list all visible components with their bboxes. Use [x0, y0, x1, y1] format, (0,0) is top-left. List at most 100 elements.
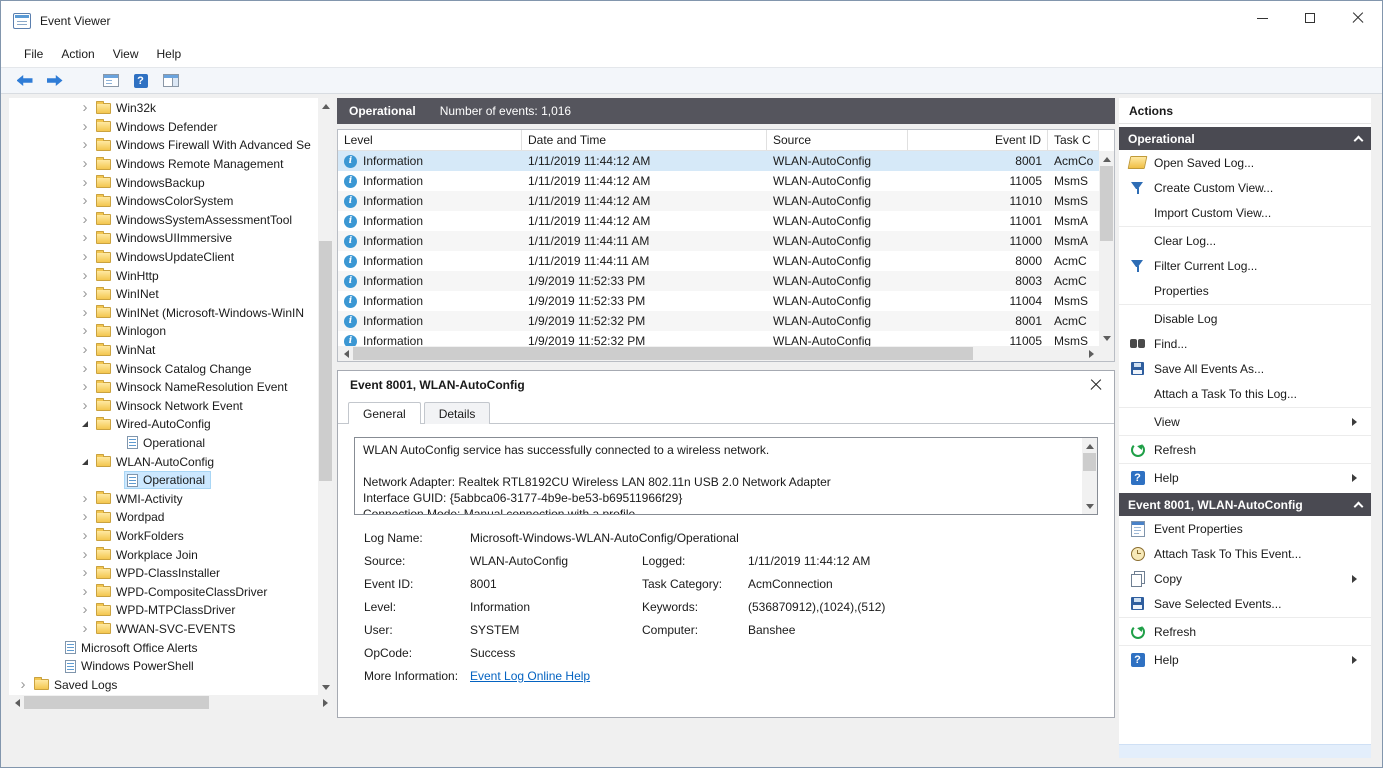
action-item-help[interactable]: Help	[1119, 647, 1371, 672]
events-scrollbar-thumb[interactable]	[1100, 166, 1113, 241]
preview-close-icon[interactable]	[1090, 379, 1102, 391]
event-row-11004[interactable]: iInformation1/9/2019 11:52:33 PMWLAN-Aut…	[338, 291, 1099, 311]
column-header-level[interactable]: Level	[338, 130, 522, 150]
chevron-collapsed-icon[interactable]	[77, 624, 93, 634]
show-console-tree-button[interactable]	[97, 70, 124, 92]
tree-vertical-scrollbar[interactable]	[318, 98, 333, 695]
column-header-event-id[interactable]: Event ID	[908, 130, 1048, 150]
tree-scrollbar-thumb[interactable]	[319, 241, 332, 481]
chevron-collapsed-icon[interactable]	[77, 196, 93, 206]
tree-item-microsoft-office-alerts[interactable]: Microsoft Office Alerts	[9, 638, 318, 657]
menu-item-help[interactable]: Help	[148, 44, 191, 64]
chevron-collapsed-icon[interactable]	[77, 512, 93, 522]
tree-item-windowscolorsystem[interactable]: WindowsColorSystem	[9, 192, 318, 211]
scroll-down-button[interactable]	[318, 680, 333, 695]
chevron-collapsed-icon[interactable]	[77, 382, 93, 392]
description-scrollbar[interactable]	[1082, 438, 1097, 514]
tree-item-windows-defender[interactable]: Windows Defender	[9, 118, 318, 137]
tree-item-winhttp[interactable]: WinHttp	[9, 266, 318, 285]
scroll-up-button[interactable]	[1099, 151, 1114, 166]
scroll-down-button[interactable]	[1082, 499, 1097, 514]
chevron-collapsed-icon[interactable]	[77, 531, 93, 541]
action-item-create-custom-view[interactable]: Create Custom View...	[1119, 175, 1371, 200]
action-item-attach-a-task-to-this-log[interactable]: Attach a Task To this Log...	[1119, 381, 1371, 406]
event-row-11000[interactable]: iInformation1/11/2019 11:44:11 AMWLAN-Au…	[338, 231, 1099, 251]
collapse-chevron-icon[interactable]	[1354, 502, 1364, 512]
tree-item-windowsupdateclient[interactable]: WindowsUpdateClient	[9, 248, 318, 267]
tree-item-wpd-mtpclassdriver[interactable]: WPD-MTPClassDriver	[9, 601, 318, 620]
action-item-refresh[interactable]: Refresh	[1119, 619, 1371, 644]
tree-item-winsock-network-event[interactable]: Winsock Network Event	[9, 397, 318, 416]
action-item-import-custom-view[interactable]: Import Custom View...	[1119, 200, 1371, 225]
chevron-collapsed-icon[interactable]	[77, 550, 93, 560]
tree-item-windows-remote-management[interactable]: Windows Remote Management	[9, 155, 318, 174]
column-header-task-c[interactable]: Task C	[1048, 130, 1099, 150]
tree-item-winlogon[interactable]: Winlogon	[9, 322, 318, 341]
chevron-collapsed-icon[interactable]	[77, 494, 93, 504]
action-item-help[interactable]: Help	[1119, 465, 1371, 490]
scroll-left-button[interactable]	[338, 346, 353, 361]
tree-item-saved-logs[interactable]: Saved Logs	[9, 675, 318, 694]
tree-item-win32k[interactable]: Win32k	[9, 99, 318, 118]
tree-item-windows-firewall-with-advanced-se[interactable]: Windows Firewall With Advanced Se	[9, 136, 318, 155]
events-horizontal-scrollbar[interactable]	[338, 346, 1099, 361]
section-header-event-8001-wlan-autoconfig[interactable]: Event 8001, WLAN-AutoConfig	[1119, 493, 1371, 516]
chevron-collapsed-icon[interactable]	[77, 364, 93, 374]
action-item-refresh[interactable]: Refresh	[1119, 437, 1371, 462]
scroll-up-button[interactable]	[318, 98, 333, 113]
chevron-collapsed-icon[interactable]	[77, 271, 93, 281]
action-item-event-properties[interactable]: Event Properties	[1119, 516, 1371, 541]
action-item-properties[interactable]: Properties	[1119, 278, 1371, 303]
tree-item-workfolders[interactable]: WorkFolders	[9, 527, 318, 546]
scroll-up-button[interactable]	[1082, 438, 1097, 453]
chevron-collapsed-icon[interactable]	[77, 122, 93, 132]
chevron-collapsed-icon[interactable]	[77, 159, 93, 169]
tree-item-operational[interactable]: Operational	[9, 471, 318, 490]
event-row-8001[interactable]: iInformation1/9/2019 11:52:32 PMWLAN-Aut…	[338, 311, 1099, 331]
chevron-collapsed-icon[interactable]	[77, 401, 93, 411]
event-row-8003[interactable]: iInformation1/9/2019 11:52:33 PMWLAN-Aut…	[338, 271, 1099, 291]
close-button[interactable]	[1334, 1, 1382, 35]
tree-item-wordpad[interactable]: Wordpad	[9, 508, 318, 527]
tree-item-windowsbackup[interactable]: WindowsBackup	[9, 173, 318, 192]
chevron-collapsed-icon[interactable]	[77, 252, 93, 262]
tree-item-operational[interactable]: Operational	[9, 434, 318, 453]
tree-hscrollbar-thumb[interactable]	[24, 696, 209, 709]
tree-item-windowsuiimmersive[interactable]: WindowsUIImmersive	[9, 229, 318, 248]
help-button[interactable]	[127, 70, 154, 92]
tree-item-wininet-microsoft-windows-winin[interactable]: WinINet (Microsoft-Windows-WinIN	[9, 304, 318, 323]
tree-item-wired-autoconfig[interactable]: Wired-AutoConfig	[9, 415, 318, 434]
chevron-collapsed-icon[interactable]	[77, 289, 93, 299]
column-header-date-and-time[interactable]: Date and Time	[522, 130, 767, 150]
chevron-expanded-icon[interactable]	[77, 421, 93, 427]
chevron-collapsed-icon[interactable]	[77, 605, 93, 615]
menu-item-action[interactable]: Action	[52, 44, 103, 64]
tree-item-windows-powershell[interactable]: Windows PowerShell	[9, 657, 318, 676]
event-row-11001[interactable]: iInformation1/11/2019 11:44:12 AMWLAN-Au…	[338, 211, 1099, 231]
event-row-11010[interactable]: iInformation1/11/2019 11:44:12 AMWLAN-Au…	[338, 191, 1099, 211]
event-row-11005[interactable]: iInformation1/9/2019 11:52:32 PMWLAN-Aut…	[338, 331, 1099, 346]
action-item-find[interactable]: Find...	[1119, 331, 1371, 356]
scroll-right-button[interactable]	[1084, 346, 1099, 361]
collapse-chevron-icon[interactable]	[1354, 136, 1364, 146]
chevron-collapsed-icon[interactable]	[15, 680, 31, 690]
tree-item-winsock-catalog-change[interactable]: Winsock Catalog Change	[9, 359, 318, 378]
event-row-11005[interactable]: iInformation1/11/2019 11:44:12 AMWLAN-Au…	[338, 171, 1099, 191]
action-item-disable-log[interactable]: Disable Log	[1119, 306, 1371, 331]
minimize-button[interactable]	[1238, 1, 1286, 35]
action-item-save-selected-events[interactable]: Save Selected Events...	[1119, 591, 1371, 616]
show-action-pane-button[interactable]	[157, 70, 184, 92]
action-item-save-all-events-as[interactable]: Save All Events As...	[1119, 356, 1371, 381]
tree-item-wlan-autoconfig[interactable]: WLAN-AutoConfig	[9, 452, 318, 471]
scroll-right-button[interactable]	[318, 695, 333, 710]
tree-horizontal-scrollbar[interactable]	[9, 695, 333, 710]
chevron-collapsed-icon[interactable]	[77, 215, 93, 225]
chevron-collapsed-icon[interactable]	[77, 233, 93, 243]
action-item-view[interactable]: View	[1119, 409, 1371, 434]
tree-item-wininet[interactable]: WinINet	[9, 285, 318, 304]
chevron-collapsed-icon[interactable]	[77, 103, 93, 113]
tree-item-winnat[interactable]: WinNat	[9, 341, 318, 360]
scroll-left-button[interactable]	[9, 695, 24, 710]
event-row-8000[interactable]: iInformation1/11/2019 11:44:11 AMWLAN-Au…	[338, 251, 1099, 271]
action-item-copy[interactable]: Copy	[1119, 566, 1371, 591]
